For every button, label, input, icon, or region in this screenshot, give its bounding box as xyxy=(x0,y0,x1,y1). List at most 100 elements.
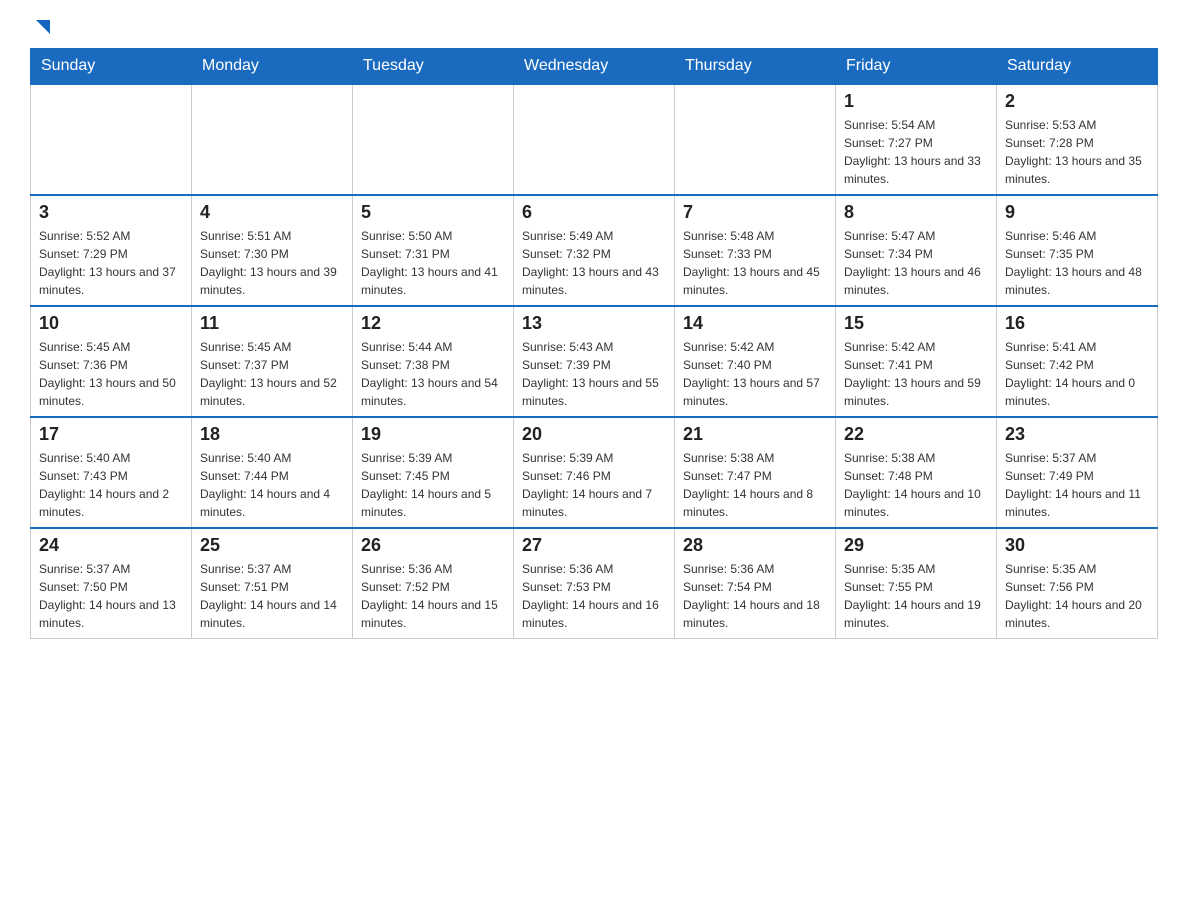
day-info: Sunrise: 5:42 AMSunset: 7:40 PMDaylight:… xyxy=(683,338,827,410)
weekday-header-tuesday: Tuesday xyxy=(353,49,514,85)
calendar-cell: 12 Sunrise: 5:44 AMSunset: 7:38 PMDayligh… xyxy=(353,306,514,417)
day-info: Sunrise: 5:51 AMSunset: 7:30 PMDaylight:… xyxy=(200,227,344,299)
day-number: 14 xyxy=(683,313,827,334)
calendar-cell xyxy=(31,84,192,195)
logo-arrow-icon xyxy=(32,16,54,38)
day-info: Sunrise: 5:36 AMSunset: 7:53 PMDaylight:… xyxy=(522,560,666,632)
calendar-cell: 13Sunrise: 5:43 AMSunset: 7:39 PMDayligh… xyxy=(514,306,675,417)
day-info: Sunrise: 5:40 AMSunset: 7:43 PMDaylight:… xyxy=(39,449,183,521)
day-info: Sunrise: 5:38 AMSunset: 7:48 PMDaylight:… xyxy=(844,449,988,521)
day-number: 8 xyxy=(844,202,988,223)
calendar-cell: 9 Sunrise: 5:46 AMSunset: 7:35 PMDaylight… xyxy=(997,195,1158,306)
day-number: 13 xyxy=(522,313,666,334)
calendar-cell: 26Sunrise: 5:36 AMSunset: 7:52 PMDayligh… xyxy=(353,528,514,639)
day-info: Sunrise: 5:35 AMSunset: 7:56 PMDaylight:… xyxy=(1005,560,1149,632)
day-info: Sunrise: 5:46 AMSunset: 7:35 PMDaylight:… xyxy=(1005,227,1149,299)
day-info: Sunrise: 5:41 AMSunset: 7:42 PMDaylight:… xyxy=(1005,338,1149,410)
calendar-cell: 30 Sunrise: 5:35 AMSunset: 7:56 PMDayligh… xyxy=(997,528,1158,639)
day-info: Sunrise: 5:38 AMSunset: 7:47 PMDaylight:… xyxy=(683,449,827,521)
calendar-cell: 19Sunrise: 5:39 AMSunset: 7:45 PMDayligh… xyxy=(353,417,514,528)
calendar-cell: 8Sunrise: 5:47 AMSunset: 7:34 PMDaylight… xyxy=(836,195,997,306)
day-info: Sunrise: 5:39 AMSunset: 7:46 PMDaylight:… xyxy=(522,449,666,521)
day-number: 28 xyxy=(683,535,827,556)
day-number: 21 xyxy=(683,424,827,445)
day-info: Sunrise: 5:42 AMSunset: 7:41 PMDaylight:… xyxy=(844,338,988,410)
day-number: 17 xyxy=(39,424,183,445)
day-info: Sunrise: 5:36 AMSunset: 7:52 PMDaylight:… xyxy=(361,560,505,632)
calendar-cell: 17 Sunrise: 5:40 AMSunset: 7:43 PMDayligh… xyxy=(31,417,192,528)
day-number: 20 xyxy=(522,424,666,445)
calendar-cell: 22 Sunrise: 5:38 AMSunset: 7:48 PMDayligh… xyxy=(836,417,997,528)
day-number: 10 xyxy=(39,313,183,334)
day-number: 30 xyxy=(1005,535,1149,556)
calendar-cell: 7 Sunrise: 5:48 AMSunset: 7:33 PMDaylight… xyxy=(675,195,836,306)
day-number: 16 xyxy=(1005,313,1149,334)
calendar-cell xyxy=(353,84,514,195)
weekday-header-saturday: Saturday xyxy=(997,49,1158,85)
calendar-cell: 18 Sunrise: 5:40 AMSunset: 7:44 PMDayligh… xyxy=(192,417,353,528)
calendar-cell: 20 Sunrise: 5:39 AMSunset: 7:46 PMDayligh… xyxy=(514,417,675,528)
calendar-table: SundayMondayTuesdayWednesdayThursdayFrid… xyxy=(30,48,1158,639)
day-info: Sunrise: 5:45 AMSunset: 7:37 PMDaylight:… xyxy=(200,338,344,410)
calendar-cell xyxy=(675,84,836,195)
day-info: Sunrise: 5:37 AMSunset: 7:49 PMDaylight:… xyxy=(1005,449,1149,521)
day-info: Sunrise: 5:54 AMSunset: 7:27 PMDaylight:… xyxy=(844,116,988,188)
calendar-cell: 15 Sunrise: 5:42 AMSunset: 7:41 PMDayligh… xyxy=(836,306,997,417)
calendar-cell: 24 Sunrise: 5:37 AMSunset: 7:50 PMDayligh… xyxy=(31,528,192,639)
day-info: Sunrise: 5:52 AMSunset: 7:29 PMDaylight:… xyxy=(39,227,183,299)
day-number: 27 xyxy=(522,535,666,556)
calendar-cell: 3 Sunrise: 5:52 AMSunset: 7:29 PMDaylight… xyxy=(31,195,192,306)
day-info: Sunrise: 5:44 AMSunset: 7:38 PMDaylight:… xyxy=(361,338,505,410)
day-number: 3 xyxy=(39,202,183,223)
day-info: Sunrise: 5:36 AMSunset: 7:54 PMDaylight:… xyxy=(683,560,827,632)
day-number: 29 xyxy=(844,535,988,556)
day-number: 6 xyxy=(522,202,666,223)
weekday-header-wednesday: Wednesday xyxy=(514,49,675,85)
calendar-cell: 4 Sunrise: 5:51 AMSunset: 7:30 PMDaylight… xyxy=(192,195,353,306)
day-number: 11 xyxy=(200,313,344,334)
calendar-cell: 14 Sunrise: 5:42 AMSunset: 7:40 PMDayligh… xyxy=(675,306,836,417)
day-number: 18 xyxy=(200,424,344,445)
weekday-header-friday: Friday xyxy=(836,49,997,85)
calendar-cell: 23Sunrise: 5:37 AMSunset: 7:49 PMDayligh… xyxy=(997,417,1158,528)
day-number: 5 xyxy=(361,202,505,223)
calendar-cell: 2Sunrise: 5:53 AMSunset: 7:28 PMDaylight… xyxy=(997,84,1158,195)
calendar-cell: 10 Sunrise: 5:45 AMSunset: 7:36 PMDayligh… xyxy=(31,306,192,417)
day-number: 9 xyxy=(1005,202,1149,223)
day-info: Sunrise: 5:49 AMSunset: 7:32 PMDaylight:… xyxy=(522,227,666,299)
weekday-header-row: SundayMondayTuesdayWednesdayThursdayFrid… xyxy=(31,49,1158,85)
weekday-header-thursday: Thursday xyxy=(675,49,836,85)
calendar-cell: 16 Sunrise: 5:41 AMSunset: 7:42 PMDayligh… xyxy=(997,306,1158,417)
logo xyxy=(30,20,54,38)
calendar-cell: 6 Sunrise: 5:49 AMSunset: 7:32 PMDaylight… xyxy=(514,195,675,306)
calendar-week-row: 3 Sunrise: 5:52 AMSunset: 7:29 PMDaylight… xyxy=(31,195,1158,306)
day-number: 22 xyxy=(844,424,988,445)
day-info: Sunrise: 5:50 AMSunset: 7:31 PMDaylight:… xyxy=(361,227,505,299)
day-info: Sunrise: 5:40 AMSunset: 7:44 PMDaylight:… xyxy=(200,449,344,521)
day-number: 15 xyxy=(844,313,988,334)
calendar-week-row: 24 Sunrise: 5:37 AMSunset: 7:50 PMDayligh… xyxy=(31,528,1158,639)
calendar-cell: 25Sunrise: 5:37 AMSunset: 7:51 PMDayligh… xyxy=(192,528,353,639)
calendar-cell xyxy=(192,84,353,195)
calendar-cell: 27 Sunrise: 5:36 AMSunset: 7:53 PMDayligh… xyxy=(514,528,675,639)
calendar-week-row: 1Sunrise: 5:54 AMSunset: 7:27 PMDaylight… xyxy=(31,84,1158,195)
calendar-cell: 29 Sunrise: 5:35 AMSunset: 7:55 PMDayligh… xyxy=(836,528,997,639)
day-number: 24 xyxy=(39,535,183,556)
day-info: Sunrise: 5:37 AMSunset: 7:50 PMDaylight:… xyxy=(39,560,183,632)
day-info: Sunrise: 5:39 AMSunset: 7:45 PMDaylight:… xyxy=(361,449,505,521)
calendar-cell: 5 Sunrise: 5:50 AMSunset: 7:31 PMDaylight… xyxy=(353,195,514,306)
day-info: Sunrise: 5:45 AMSunset: 7:36 PMDaylight:… xyxy=(39,338,183,410)
day-info: Sunrise: 5:35 AMSunset: 7:55 PMDaylight:… xyxy=(844,560,988,632)
calendar-cell: 28 Sunrise: 5:36 AMSunset: 7:54 PMDayligh… xyxy=(675,528,836,639)
day-info: Sunrise: 5:53 AMSunset: 7:28 PMDaylight:… xyxy=(1005,116,1149,188)
day-number: 4 xyxy=(200,202,344,223)
calendar-week-row: 10 Sunrise: 5:45 AMSunset: 7:36 PMDayligh… xyxy=(31,306,1158,417)
day-number: 7 xyxy=(683,202,827,223)
calendar-cell: 11 Sunrise: 5:45 AMSunset: 7:37 PMDayligh… xyxy=(192,306,353,417)
weekday-header-sunday: Sunday xyxy=(31,49,192,85)
day-number: 12 xyxy=(361,313,505,334)
weekday-header-monday: Monday xyxy=(192,49,353,85)
calendar-cell: 21 Sunrise: 5:38 AMSunset: 7:47 PMDayligh… xyxy=(675,417,836,528)
calendar-week-row: 17 Sunrise: 5:40 AMSunset: 7:43 PMDayligh… xyxy=(31,417,1158,528)
day-info: Sunrise: 5:48 AMSunset: 7:33 PMDaylight:… xyxy=(683,227,827,299)
